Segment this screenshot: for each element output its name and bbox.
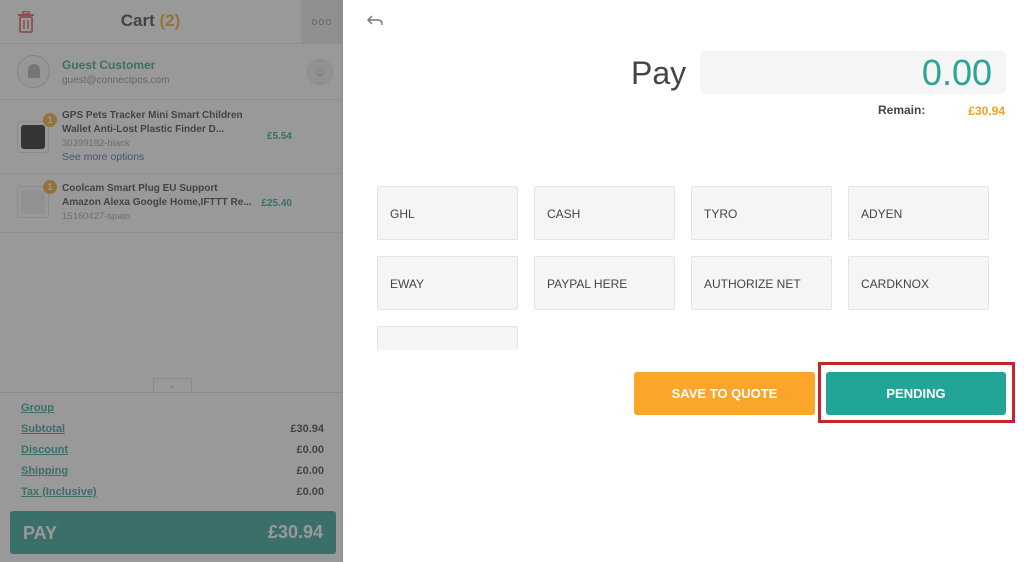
payment-method-tyro[interactable]: TYRO: [691, 186, 832, 240]
payment-method-paypal-here[interactable]: PAYPAL HERE: [534, 256, 675, 310]
payment-method-authorize-net[interactable]: AUTHORIZE NET: [691, 256, 832, 310]
payment-method-adyen[interactable]: ADYEN: [848, 186, 989, 240]
payment-method-cardknox[interactable]: CARDKNOX: [848, 256, 989, 310]
payment-method-partial[interactable]: [377, 326, 518, 350]
payment-method-eway[interactable]: EWAY: [377, 256, 518, 310]
save-to-quote-button[interactable]: SAVE TO QUOTE: [634, 372, 815, 415]
payment-method-ghl[interactable]: GHL: [377, 186, 518, 240]
cart-panel: Cart (2) ooo Guest Customer guest@connec…: [0, 0, 343, 562]
remain-value: £30.94: [968, 104, 1005, 118]
pay-label: Pay: [631, 55, 687, 91]
pos-screen: Cart (2) ooo Guest Customer guest@connec…: [0, 0, 1024, 562]
remain-label: Remain:: [878, 103, 926, 117]
payment-method-cash[interactable]: CASH: [534, 186, 675, 240]
highlight-box: [818, 362, 1015, 423]
payment-amount-input[interactable]: 0.00: [700, 51, 1006, 94]
modal-overlay: [0, 0, 343, 562]
back-arrow-icon[interactable]: [366, 14, 388, 34]
